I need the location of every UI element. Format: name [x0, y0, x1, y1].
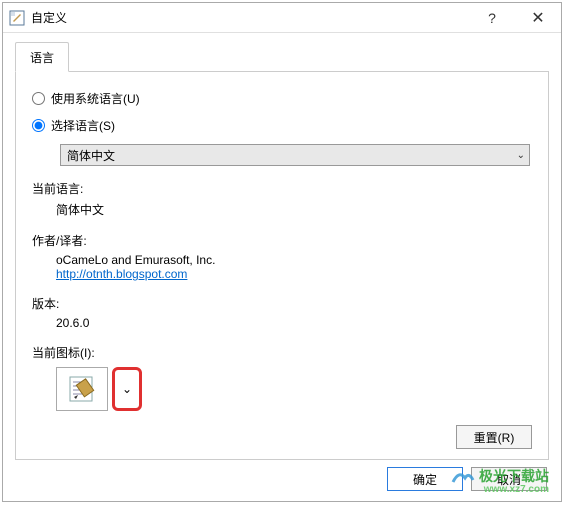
language-select-value: 简体中文: [67, 147, 115, 164]
icon-preview[interactable]: [56, 367, 108, 411]
current-language-label: 当前语言:: [32, 180, 532, 197]
current-icon-label: 当前图标(I):: [32, 344, 532, 361]
radio-use-system-input[interactable]: [32, 92, 45, 105]
language-select[interactable]: 简体中文 ⌄: [60, 144, 530, 166]
dialog-footer: 确定 取消: [387, 467, 547, 491]
titlebar: 自定义 ? ✕: [3, 3, 561, 33]
help-button[interactable]: ?: [469, 3, 515, 33]
app-icon: [9, 10, 25, 26]
radio-use-system-language[interactable]: 使用系统语言(U): [32, 90, 532, 107]
chevron-down-icon: ⌄: [122, 382, 132, 396]
reset-row: 重置(R): [456, 425, 532, 449]
tab-body: 使用系统语言(U) 选择语言(S) 简体中文 ⌄ 当前语言: 简体中文 作者/译…: [15, 72, 549, 460]
author-link[interactable]: http://otnth.blogspot.com: [56, 267, 187, 281]
dialog-title: 自定义: [31, 9, 469, 26]
customize-dialog: 自定义 ? ✕ 语言 使用系统语言(U) 选择语言(S) 简体中文 ⌄ 当前语: [2, 2, 562, 502]
version-value: 20.6.0: [56, 316, 532, 330]
cancel-button[interactable]: 取消: [471, 467, 547, 491]
author-name: oCameLo and Emurasoft, Inc.: [56, 253, 215, 267]
tab-header: 语言: [15, 41, 549, 72]
radio-select-language[interactable]: 选择语言(S): [32, 117, 532, 134]
author-label: 作者/译者:: [32, 232, 532, 249]
reset-button[interactable]: 重置(R): [456, 425, 532, 449]
version-label: 版本:: [32, 295, 532, 312]
chevron-down-icon: ⌄: [517, 150, 525, 161]
radio-select-lang-input[interactable]: [32, 119, 45, 132]
radio-select-lang-label: 选择语言(S): [51, 117, 115, 134]
ok-button[interactable]: 确定: [387, 467, 463, 491]
author-value: oCameLo and Emurasoft, Inc. http://otnth…: [56, 253, 532, 281]
close-button[interactable]: ✕: [515, 3, 561, 33]
icon-dropdown-button[interactable]: ⌄: [112, 367, 142, 411]
icon-row: ⌄: [56, 367, 532, 411]
content-area: 语言 使用系统语言(U) 选择语言(S) 简体中文 ⌄ 当前语言: 简体中文 作…: [3, 33, 561, 460]
language-select-wrap: 简体中文 ⌄: [60, 144, 532, 166]
notepad-icon: [66, 373, 98, 405]
current-language-value: 简体中文: [56, 201, 532, 218]
radio-use-system-label: 使用系统语言(U): [51, 90, 140, 107]
tab-language[interactable]: 语言: [15, 42, 69, 72]
